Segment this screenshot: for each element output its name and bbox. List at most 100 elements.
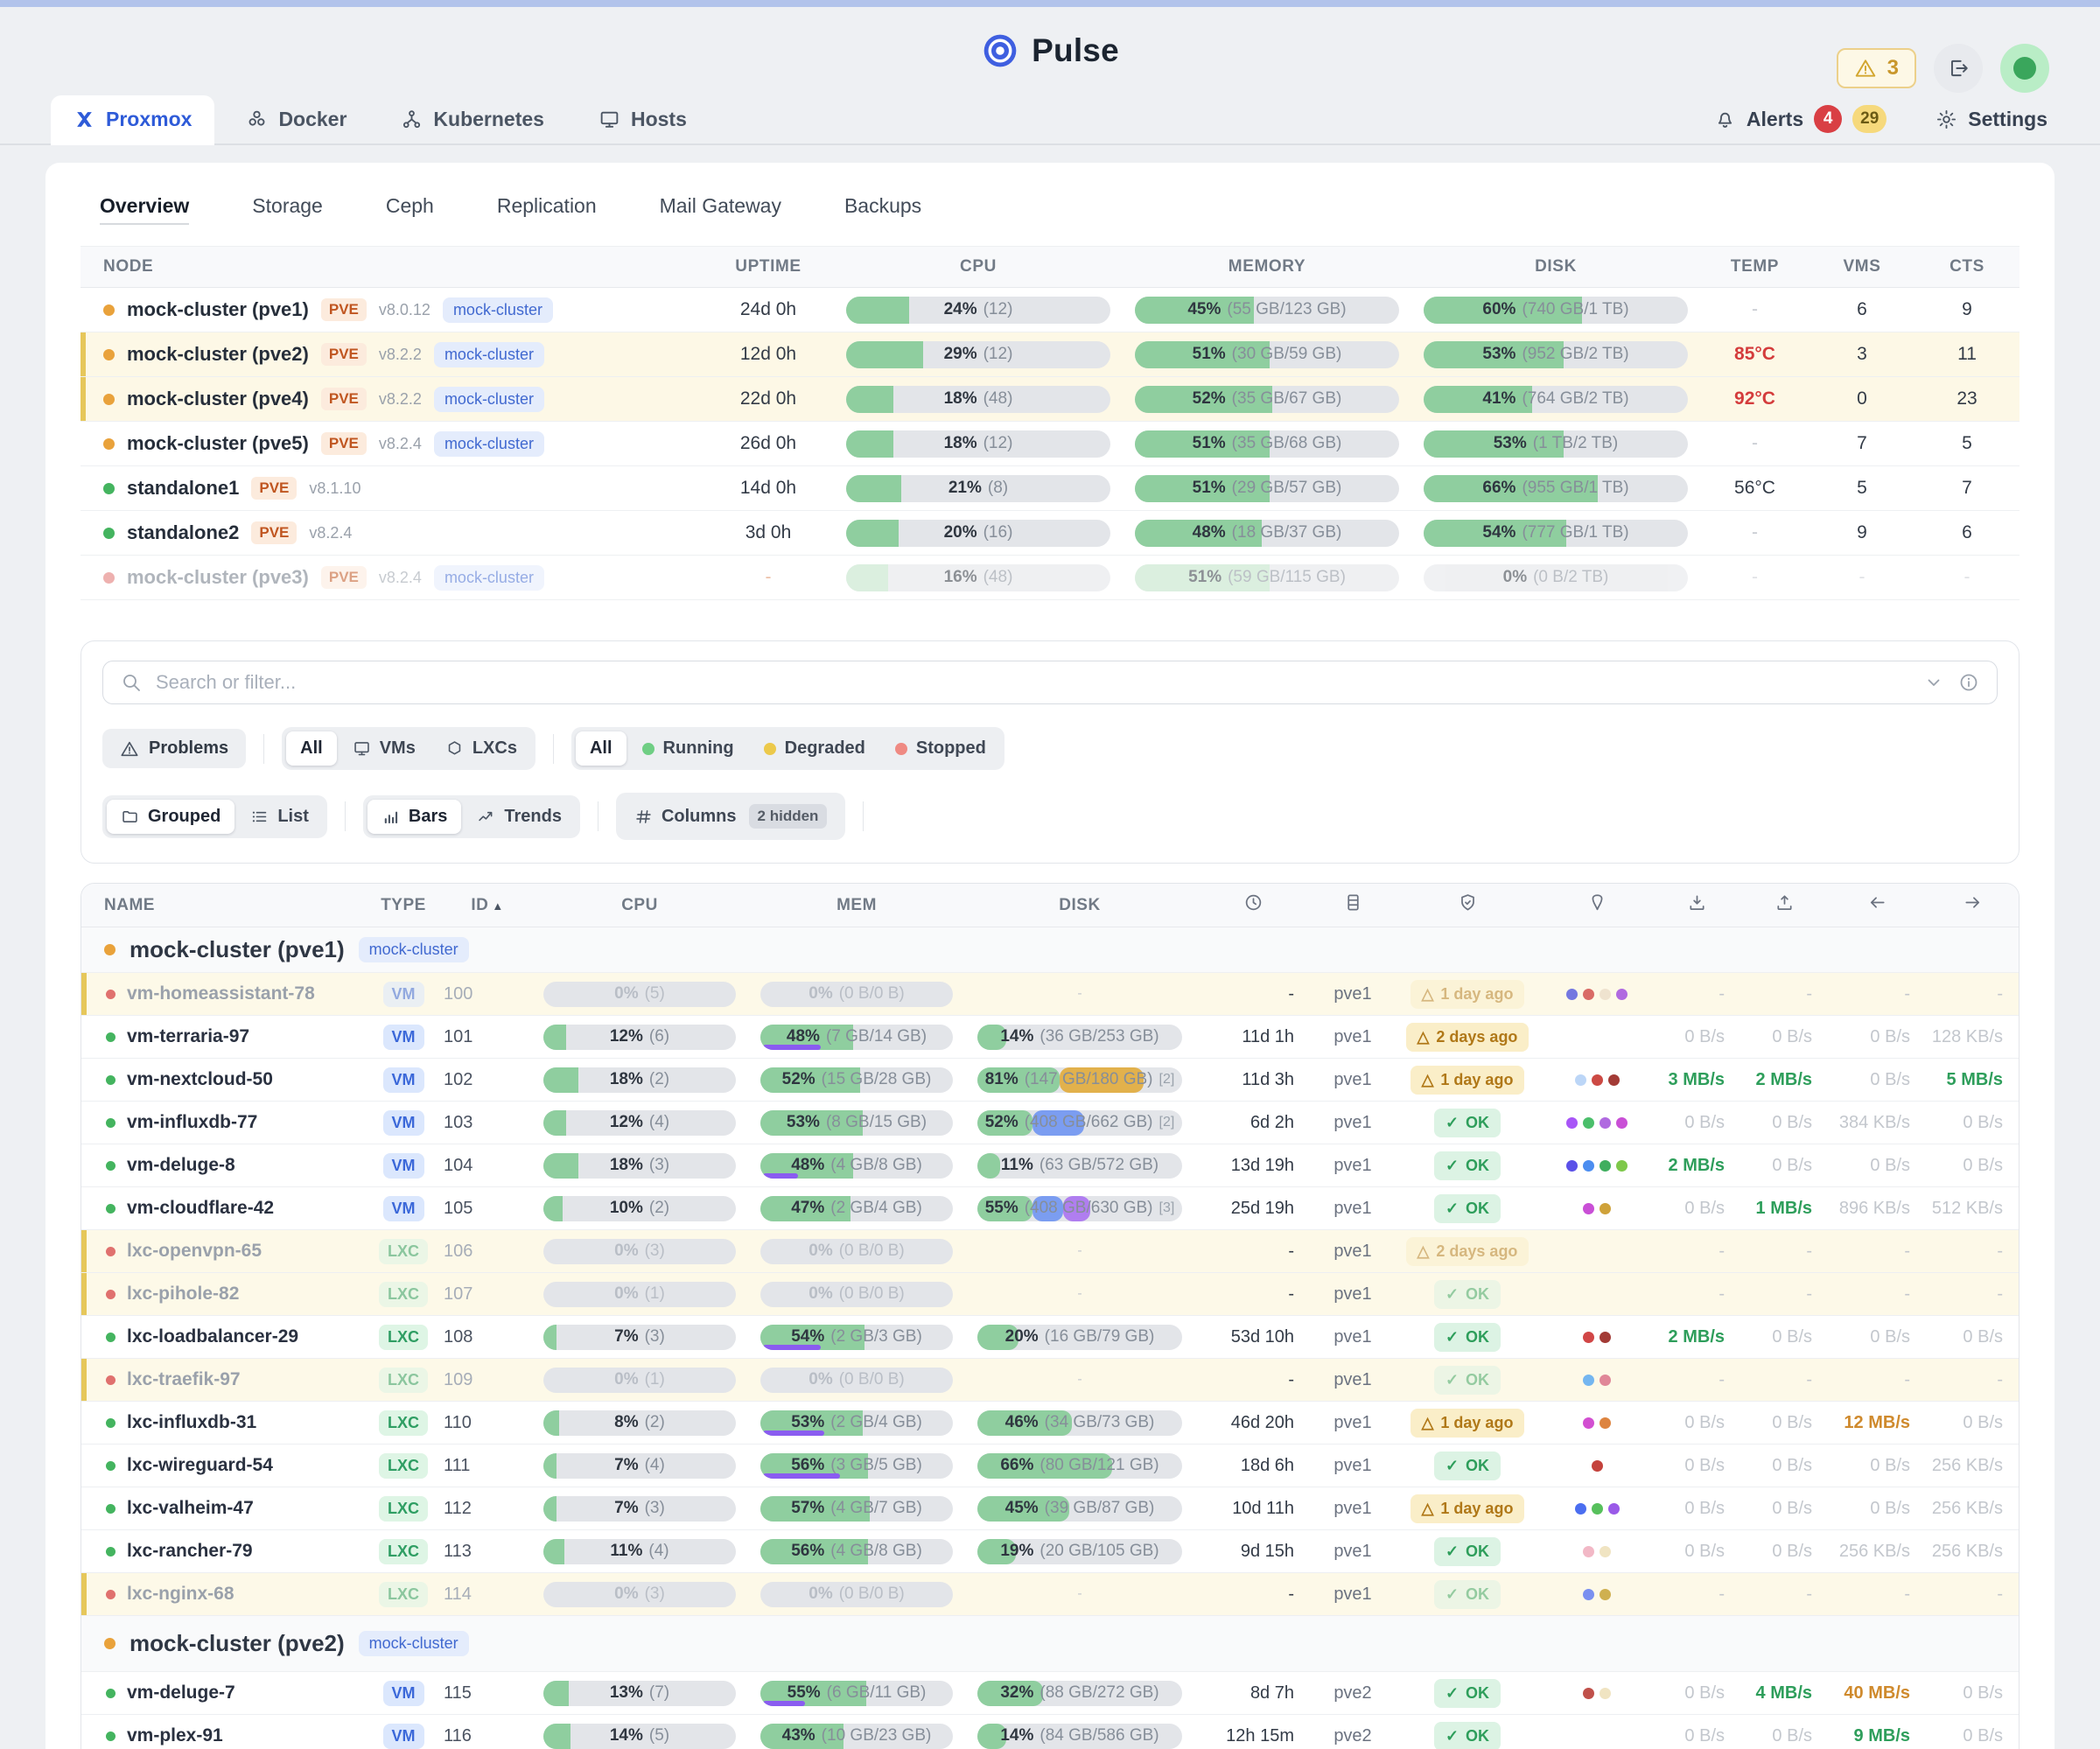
tab-docker[interactable]: Docker xyxy=(223,95,369,143)
settings-nav-item[interactable]: Settings xyxy=(1936,108,2048,131)
grouping-segment: GroupedList xyxy=(102,795,327,838)
guest-row[interactable]: vm-influxdb-77VM10312%(4)53%(8 GB/15 GB)… xyxy=(81,1102,2019,1144)
guest-row[interactable]: vm-nextcloud-50VM10218%(2)52%(15 GB/28 G… xyxy=(81,1059,2019,1102)
state-filter-all-button[interactable]: All xyxy=(576,731,626,766)
guest-col-type[interactable]: TYPE xyxy=(363,896,444,915)
guest-col-disk[interactable]: DISK xyxy=(965,896,1194,915)
guest-rate-0: - xyxy=(1653,1370,1740,1390)
node-col-cts[interactable]: CTS xyxy=(1914,257,2020,276)
node-row[interactable]: mock-cluster (pve4)PVEv8.2.2mock-cluster… xyxy=(80,377,2020,422)
guest-row[interactable]: vm-plex-91VM11614%(5)43%(10 GB/23 GB)14%… xyxy=(81,1715,2019,1749)
alerts-nav-item[interactable]: Alerts 4 29 xyxy=(1714,105,1886,133)
info-icon[interactable] xyxy=(1958,672,1979,693)
guest-col-shield[interactable] xyxy=(1394,892,1541,918)
guest-row[interactable]: lxc-openvpn-65LXC1060%(3)0%(0 B/0 B)--pv… xyxy=(81,1230,2019,1273)
guest-row[interactable]: lxc-rancher-79LXC11311%(4)56%(4 GB/8 GB)… xyxy=(81,1530,2019,1573)
node-col-memory[interactable]: MEMORY xyxy=(1123,257,1411,276)
guest-rate-1: 2 MB/s xyxy=(1740,1070,1828,1090)
guest-row[interactable]: vm-terraria-97VM10112%(6)48%(7 GB/14 GB)… xyxy=(81,1016,2019,1059)
guest-col-arrow-right[interactable] xyxy=(1926,892,2019,918)
empty-value: - xyxy=(965,986,1194,1002)
guest-col-server[interactable] xyxy=(1312,892,1394,918)
view-list-button[interactable]: List xyxy=(236,800,323,834)
guest-col-name[interactable]: NAME xyxy=(81,896,363,915)
chart-style-segment: BarsTrends xyxy=(363,795,580,838)
node-vms-count: 0 xyxy=(1810,388,1914,409)
state-filter-stopped-button[interactable]: Stopped xyxy=(881,731,1000,766)
view-grouped-button[interactable]: Grouped xyxy=(107,800,234,834)
node-col-temp[interactable]: TEMP xyxy=(1700,257,1810,276)
guest-id: 114 xyxy=(444,1585,531,1605)
guest-rate-3: 256 KB/s xyxy=(1926,1456,2019,1476)
guest-row[interactable]: lxc-nginx-68LXC1140%(3)0%(0 B/0 B)--pve1… xyxy=(81,1573,2019,1616)
subnav-mail-gateway[interactable]: Mail Gateway xyxy=(660,194,781,225)
guest-status-badge: ✓OK xyxy=(1434,1151,1501,1180)
tag-dot xyxy=(1600,1332,1611,1343)
guest-group-header[interactable]: mock-cluster (pve1)mock-cluster xyxy=(81,927,2019,973)
chevron-down-icon[interactable] xyxy=(1923,672,1944,693)
node-uptime: - xyxy=(703,567,834,588)
node-col-uptime[interactable]: UPTIME xyxy=(703,257,834,276)
guest-row[interactable]: lxc-valheim-47LXC1127%(3)57%(4 GB/7 GB)4… xyxy=(81,1487,2019,1530)
guest-row[interactable]: vm-cloudflare-42VM10510%(2)47%(2 GB/4 GB… xyxy=(81,1187,2019,1230)
node-row[interactable]: mock-cluster (pve1)PVEv8.0.12mock-cluste… xyxy=(80,288,2020,332)
node-row[interactable]: mock-cluster (pve3)PVEv8.2.4mock-cluster… xyxy=(80,556,2020,600)
guest-mem: 53%(2 GB/4 GB) xyxy=(748,1410,965,1436)
guest-col-download[interactable] xyxy=(1653,892,1740,918)
guest-col-id[interactable]: ID▲ xyxy=(444,896,531,915)
monitor-icon xyxy=(353,739,371,758)
subnav-storage[interactable]: Storage xyxy=(252,194,323,225)
subnav-overview[interactable]: Overview xyxy=(100,194,189,225)
node-row[interactable]: standalone2PVEv8.2.43d 0h20%(16)48%(18 G… xyxy=(80,511,2020,556)
type-filter-vms-button[interactable]: VMs xyxy=(339,731,430,766)
guest-row[interactable]: lxc-traefik-97LXC1090%(1)0%(0 B/0 B)--pv… xyxy=(81,1359,2019,1402)
connection-status-avatar[interactable] xyxy=(2000,44,2049,93)
tab-hosts[interactable]: Hosts xyxy=(576,95,710,143)
state-filter-degraded-button[interactable]: Degraded xyxy=(750,731,879,766)
node-col-node[interactable]: NODE xyxy=(80,257,703,276)
subnav-ceph[interactable]: Ceph xyxy=(386,194,434,225)
guest-col-upload[interactable] xyxy=(1740,892,1828,918)
node-uptime: 22d 0h xyxy=(703,388,834,409)
node-col-vms[interactable]: VMS xyxy=(1810,257,1914,276)
search-box[interactable] xyxy=(102,661,1998,704)
guest-row[interactable]: lxc-influxdb-31LXC1108%(2)53%(2 GB/4 GB)… xyxy=(81,1402,2019,1445)
guest-row[interactable]: vm-homeassistant-78VM1000%(5)0%(0 B/0 B)… xyxy=(81,973,2019,1016)
guest-col-tag[interactable] xyxy=(1541,892,1653,918)
node-col-disk[interactable]: DISK xyxy=(1411,257,1700,276)
subnav-replication[interactable]: Replication xyxy=(497,194,597,225)
search-input[interactable] xyxy=(156,671,1909,694)
group-node-name: mock-cluster (pve1) xyxy=(130,936,345,963)
guest-group-header[interactable]: mock-cluster (pve2)mock-cluster xyxy=(81,1616,2019,1672)
guest-row[interactable]: lxc-wireguard-54LXC1117%(4)56%(3 GB/5 GB… xyxy=(81,1445,2019,1487)
subnav-backups[interactable]: Backups xyxy=(844,194,921,225)
tab-kubernetes[interactable]: Kubernetes xyxy=(378,95,567,143)
node-row[interactable]: mock-cluster (pve5)PVEv8.2.4mock-cluster… xyxy=(80,422,2020,466)
guest-row[interactable]: lxc-pihole-82LXC1070%(1)0%(0 B/0 B)--pve… xyxy=(81,1273,2019,1316)
node-temp: - xyxy=(1700,522,1810,543)
problems-filter-button[interactable]: Problems xyxy=(102,729,246,768)
guest-col-clock[interactable] xyxy=(1194,892,1312,918)
node-row[interactable]: standalone1PVEv8.1.1014d 0h21%(8)51%(29 … xyxy=(80,466,2020,511)
guest-status-dot xyxy=(106,1590,116,1599)
node-row[interactable]: mock-cluster (pve2)PVEv8.2.2mock-cluster… xyxy=(80,332,2020,377)
metric-view-bars-button[interactable]: Bars xyxy=(368,800,461,834)
guest-col-cpu[interactable]: CPU xyxy=(531,896,748,915)
state-filter-running-button[interactable]: Running xyxy=(628,731,748,766)
node-col-cpu[interactable]: CPU xyxy=(834,257,1123,276)
guest-col-arrow-left[interactable] xyxy=(1828,892,1926,918)
guest-row[interactable]: lxc-loadbalancer-29LXC1087%(3)54%(2 GB/3… xyxy=(81,1316,2019,1359)
guest-col-mem[interactable]: MEM xyxy=(748,896,965,915)
tab-proxmox[interactable]: Proxmox xyxy=(51,95,214,145)
tag-dot xyxy=(1600,1417,1611,1429)
header-warning-chip[interactable]: 3 xyxy=(1837,48,1916,88)
tag-dot xyxy=(1616,1117,1628,1129)
logout-button[interactable] xyxy=(1934,44,1983,93)
metric-view-trends-button[interactable]: Trends xyxy=(463,800,576,834)
node-temp: - xyxy=(1700,433,1810,454)
type-filter-lxcs-button[interactable]: LXCs xyxy=(431,731,531,766)
guest-row[interactable]: vm-deluge-7VM11513%(7)55%(6 GB/11 GB)32%… xyxy=(81,1672,2019,1715)
guest-row[interactable]: vm-deluge-8VM10418%(3)48%(4 GB/8 GB)11%(… xyxy=(81,1144,2019,1187)
type-filter-all-button[interactable]: All xyxy=(286,731,337,766)
columns-button[interactable]: Columns 2 hidden xyxy=(620,797,841,836)
